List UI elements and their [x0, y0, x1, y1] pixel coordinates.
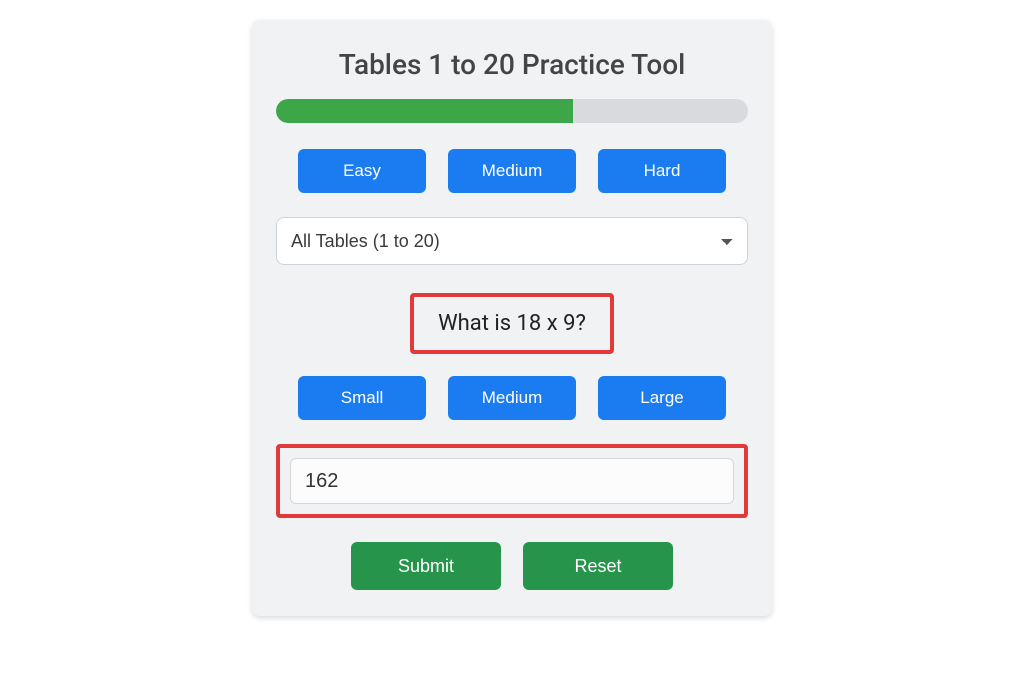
- question-text: What is 18 x 9?: [438, 311, 586, 336]
- size-row: Small Medium Large: [276, 376, 748, 420]
- action-row: Submit Reset: [276, 542, 748, 590]
- difficulty-medium-button[interactable]: Medium: [448, 149, 576, 193]
- size-small-button[interactable]: Small: [298, 376, 426, 420]
- difficulty-row: Easy Medium Hard: [276, 149, 748, 193]
- table-select-wrap: All Tables (1 to 20): [276, 217, 748, 265]
- progress-bar: [276, 99, 748, 123]
- reset-button[interactable]: Reset: [523, 542, 673, 590]
- size-medium-button[interactable]: Medium: [448, 376, 576, 420]
- page-title: Tables 1 to 20 Practice Tool: [276, 48, 748, 81]
- answer-highlight: [276, 444, 748, 518]
- size-large-button[interactable]: Large: [598, 376, 726, 420]
- question-box: What is 18 x 9?: [410, 293, 614, 354]
- progress-fill: [276, 99, 573, 123]
- difficulty-easy-button[interactable]: Easy: [298, 149, 426, 193]
- practice-card: Tables 1 to 20 Practice Tool Easy Medium…: [252, 20, 772, 616]
- difficulty-hard-button[interactable]: Hard: [598, 149, 726, 193]
- answer-input[interactable]: [290, 458, 734, 504]
- submit-button[interactable]: Submit: [351, 542, 501, 590]
- table-select[interactable]: All Tables (1 to 20): [276, 217, 748, 265]
- question-highlight: What is 18 x 9?: [276, 293, 748, 354]
